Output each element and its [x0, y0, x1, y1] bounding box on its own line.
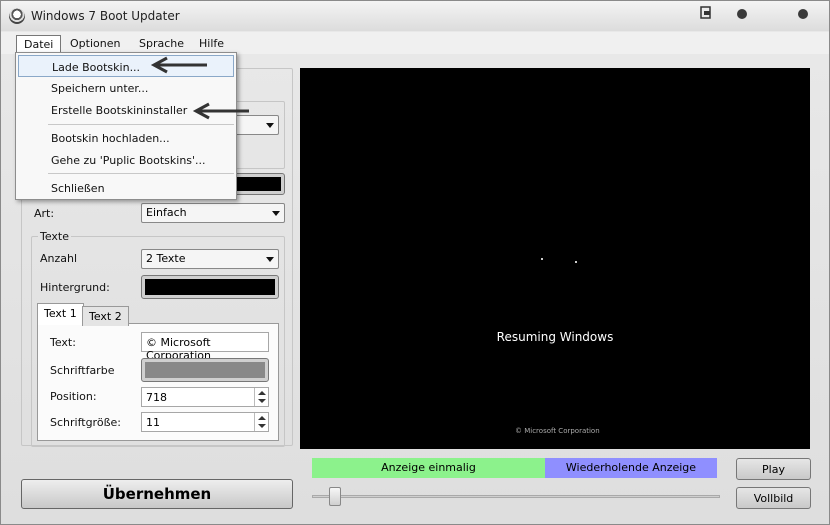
upper-color-box[interactable] [233, 173, 285, 195]
chevron-down-icon [272, 211, 280, 216]
texte-group-title: Texte [38, 230, 72, 243]
boot-preview: Resuming Windows © Microsoft Corporation [300, 68, 810, 449]
preview-main-text: Resuming Windows [496, 330, 614, 344]
spin-up-icon[interactable] [258, 416, 266, 420]
schriftfarbe-color[interactable] [141, 358, 269, 382]
close-button[interactable] [798, 9, 808, 19]
title-bar: Windows 7 Boot Updater [1, 1, 829, 31]
timeline-slider-thumb[interactable] [329, 487, 341, 506]
schriftfarbe-label: Schriftfarbe [50, 364, 115, 377]
mode-repeat-button[interactable]: Wiederholende Anzeige [545, 458, 717, 478]
spin-down-icon[interactable] [258, 424, 266, 428]
tab-text-2[interactable]: Text 2 [82, 306, 129, 326]
window-title: Windows 7 Boot Updater [31, 9, 180, 23]
text-input[interactable]: © Microsoft Corporation [141, 332, 269, 362]
menu-bar: Datei Optionen Sprache Hilfe [1, 32, 829, 54]
hintergrund-label: Hintergrund: [40, 281, 110, 294]
art-label: Art: [34, 207, 55, 220]
art-select-value: Einfach [146, 206, 187, 219]
anzahl-select-value: 2 Texte [146, 252, 186, 265]
menu-sprache[interactable]: Sprache [132, 35, 191, 53]
hintergrund-color[interactable] [141, 275, 279, 299]
menu-separator [48, 173, 234, 174]
spin-up-icon[interactable] [258, 391, 266, 395]
position-label: Position: [50, 390, 97, 403]
spin-down-icon[interactable] [258, 399, 266, 403]
app-window: Windows 7 Boot Updater Datei Optionen Sp… [0, 0, 830, 525]
anzahl-label: Anzahl [40, 252, 78, 265]
mode-once-button[interactable]: Anzeige einmalig [312, 458, 545, 478]
menu-item-public-bootskins[interactable]: Gehe zu 'Puplic Bootskins'... [16, 149, 236, 171]
chevron-down-icon [266, 257, 274, 262]
position-stepper[interactable]: 718 [141, 387, 269, 407]
schriftgroesse-label: Schriftgröße: [50, 416, 121, 429]
progress-dot [575, 261, 577, 263]
menu-item-schliessen[interactable]: Schließen [16, 177, 236, 199]
progress-dot [541, 258, 543, 260]
menu-separator [48, 124, 234, 125]
tab-text-1[interactable]: Text 1 [37, 303, 84, 325]
menu-item-speichern-unter[interactable]: Speichern unter... [16, 77, 236, 99]
hintergrund-color-fill [145, 279, 275, 295]
menu-hilfe[interactable]: Hilfe [192, 35, 231, 53]
restore-icon[interactable] [699, 6, 713, 20]
art-select[interactable]: Einfach [141, 203, 285, 223]
menu-optionen[interactable]: Optionen [63, 35, 127, 53]
fullscreen-button[interactable]: Vollbild [736, 487, 811, 509]
schriftgroesse-value: 11 [146, 416, 160, 429]
schriftgroesse-stepper[interactable]: 11 [141, 412, 269, 432]
menu-item-bootskin-hochladen[interactable]: Bootskin hochladen... [16, 127, 236, 149]
text-label: Text: [50, 336, 76, 349]
minimize-button[interactable] [737, 9, 747, 19]
menu-datei[interactable]: Datei [16, 35, 62, 53]
schriftfarbe-color-fill [145, 362, 265, 378]
chevron-down-icon [266, 123, 274, 128]
annotation-arrow-icon [150, 56, 207, 74]
timeline-slider-track[interactable] [312, 495, 720, 498]
apply-button[interactable]: Übernehmen [21, 479, 293, 509]
app-icon [9, 8, 25, 24]
position-value: 718 [146, 391, 167, 404]
preview-copyright: © Microsoft Corporation [515, 427, 600, 435]
anzahl-select[interactable]: 2 Texte [141, 249, 279, 269]
play-button[interactable]: Play [736, 458, 811, 480]
datei-dropdown-menu: Lade Bootskin... Speichern unter... Erst… [15, 52, 237, 200]
annotation-arrow-icon [192, 102, 249, 120]
